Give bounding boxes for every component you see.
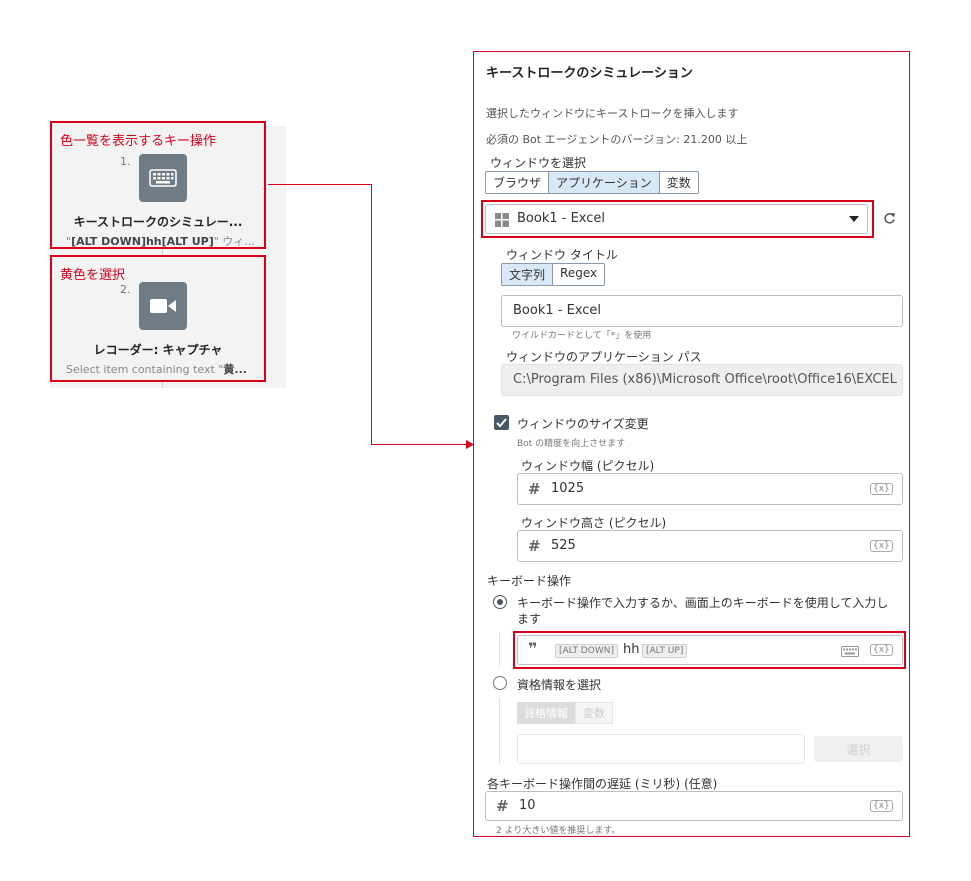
- tab-variable[interactable]: 変数: [659, 172, 698, 193]
- video-camera-icon: [139, 282, 187, 330]
- quote-icon: ❞: [528, 639, 538, 658]
- width-label: ウィンドウ幅 (ピクセル): [521, 459, 655, 473]
- tab-credential-variable[interactable]: 変数: [575, 702, 613, 724]
- window-title-value: Book1 - Excel: [513, 303, 602, 318]
- panel-description: 選択したウィンドウにキーストロークを挿入します: [486, 107, 739, 120]
- app-path-label: ウィンドウのアプリケーション パス: [506, 350, 702, 364]
- resize-checkbox[interactable]: [494, 415, 509, 430]
- checkmark-icon: [496, 418, 507, 428]
- variable-icon[interactable]: {x}: [870, 483, 893, 495]
- option-indent-line: [499, 633, 500, 667]
- caret-down-icon: [849, 216, 859, 222]
- resize-label: ウィンドウのサイズ変更: [517, 417, 649, 431]
- credential-radio[interactable]: [493, 676, 507, 690]
- credential-tabs: 資格情報 変数: [517, 702, 613, 724]
- annotation-connector-horizontal: [268, 184, 372, 185]
- window-title-input[interactable]: Book1 - Excel: [501, 295, 903, 327]
- number-icon: #: [528, 480, 541, 498]
- window-type-tabs: ブラウザ アプリケーション 変数: [485, 171, 699, 194]
- credential-select-button[interactable]: 選択: [814, 736, 903, 762]
- flow-step-1[interactable]: 色一覧を表示するキー操作 1. キーストロークのシミュレー... "[ALT D…: [50, 121, 266, 249]
- width-input[interactable]: # 1025 {x}: [517, 473, 903, 505]
- wildcard-hint: ワイルドカードとして「*」を使用: [512, 331, 652, 341]
- step-1-subtitle: "[ALT DOWN]hh[ALT UP]" ウィ...: [66, 235, 255, 248]
- step-2-title: レコーダー: キャプチャ: [93, 343, 223, 357]
- step-2-subtitle: Select item containing text "黄...: [66, 363, 247, 376]
- window-dropdown[interactable]: Book1 - Excel: [485, 204, 868, 234]
- step-1-number: 1.: [120, 155, 131, 168]
- step-2-number: 2.: [120, 283, 131, 296]
- refresh-icon[interactable]: [883, 212, 896, 225]
- keyboard-section-label: キーボード操作: [487, 574, 572, 588]
- keystroke-chip-alt-down: [ALT DOWN]: [555, 644, 618, 658]
- keystroke-chip-alt-up: [ALT UP]: [642, 644, 688, 658]
- window-select-label: ウィンドウを選択: [490, 156, 587, 170]
- windows-logo-icon: [495, 213, 509, 227]
- app-path-input[interactable]: C:\Program Files (x86)\Microsoft Office\…: [501, 364, 903, 396]
- delay-input[interactable]: # 10 {x}: [485, 791, 903, 821]
- step-1-title: キーストロークのシミュレー...: [73, 215, 243, 229]
- credential-select-button-label: 選択: [846, 742, 871, 757]
- variable-icon[interactable]: {x}: [870, 540, 893, 552]
- step-1-annotation: 色一覧を表示するキー操作: [60, 134, 217, 149]
- width-value: 1025: [551, 481, 585, 496]
- keyboard-icon[interactable]: [841, 646, 859, 657]
- delay-label: 各キーボード操作間の遅延 (ミリ秒) (任意): [487, 777, 718, 791]
- title-mode-tabs: 文字列 Regex: [501, 263, 606, 286]
- keyboard-input-option-label: キーボード操作で入力するか、画面上のキーボードを使用して入力します: [517, 596, 889, 626]
- tab-credential[interactable]: 資格情報: [517, 702, 575, 724]
- keystroke-input[interactable]: ❞ [ALT DOWN] hh [ALT UP] {x}: [517, 635, 903, 665]
- keyboard-icon: [139, 154, 187, 202]
- keystroke-text: hh: [623, 642, 640, 657]
- version-note: 必須の Bot エージェントのバージョン: 21.200 以上: [486, 133, 748, 146]
- flow-step-2[interactable]: 黄色を選択 2. レコーダー: キャプチャ Select item contai…: [50, 255, 266, 382]
- step-2-annotation: 黄色を選択: [60, 268, 126, 283]
- app-path-value: C:\Program Files (x86)\Microsoft Office\…: [513, 372, 897, 387]
- number-icon: #: [496, 797, 509, 815]
- window-title-label: ウィンドウ タイトル: [506, 248, 618, 262]
- keyboard-input-radio[interactable]: [493, 595, 507, 609]
- variable-icon[interactable]: {x}: [870, 644, 893, 656]
- tab-string[interactable]: 文字列: [502, 264, 554, 285]
- height-input[interactable]: # 525 {x}: [517, 530, 903, 562]
- credential-input[interactable]: [517, 734, 805, 764]
- annotation-connector-horizontal-2: [371, 444, 469, 445]
- height-label: ウィンドウ高さ (ピクセル): [521, 516, 667, 530]
- window-dropdown-value: Book1 - Excel: [517, 211, 606, 226]
- variable-icon[interactable]: {x}: [870, 800, 893, 812]
- delay-hint: 2 より大きい値を推奨します。: [496, 826, 621, 836]
- tab-browser[interactable]: ブラウザ: [486, 172, 550, 193]
- tab-regex[interactable]: Regex: [553, 264, 605, 285]
- resize-hint: Bot の精度を向上させます: [517, 439, 626, 449]
- delay-value: 10: [519, 798, 536, 813]
- number-icon: #: [528, 537, 541, 555]
- option-indent-line: [499, 698, 500, 764]
- panel-title: キーストロークのシミュレーション: [486, 66, 693, 81]
- height-value: 525: [551, 538, 576, 553]
- credential-option-label: 資格情報を選択: [517, 678, 602, 692]
- tab-application[interactable]: アプリケーション: [549, 172, 660, 193]
- annotation-connector-vertical: [371, 184, 372, 445]
